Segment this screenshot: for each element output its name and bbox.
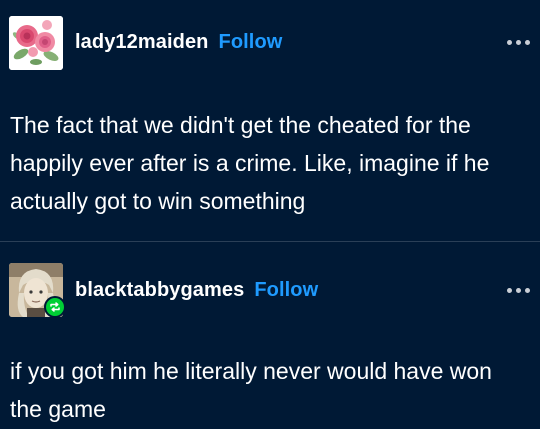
post-blacktabbygames: blacktabbygames Follow if you got him he… [0,241,540,429]
post-header: blacktabbygames Follow [75,279,318,302]
username-link[interactable]: lady12maiden [75,31,209,54]
post-body-text: The fact that we didn't get the cheated … [10,112,490,214]
follow-button[interactable]: Follow [219,31,283,54]
reblog-icon [44,296,66,318]
more-options-icon[interactable] [507,40,530,45]
follow-button[interactable]: Follow [254,279,318,302]
roses-avatar-icon[interactable] [9,16,63,70]
post-header: lady12maiden Follow [75,31,282,54]
more-options-icon[interactable] [507,288,530,293]
post-lady12maiden: lady12maiden Follow The fact that we did… [0,0,540,241]
username-link[interactable]: blacktabbygames [75,279,244,302]
post-body-text: if you got him he literally never would … [10,358,492,422]
